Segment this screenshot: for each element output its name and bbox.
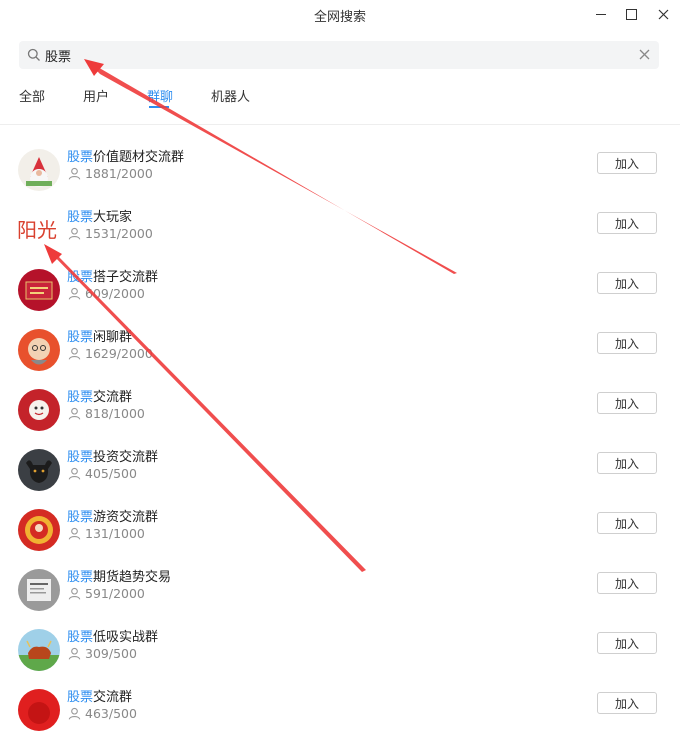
group-row: 股票期货趋势交易 591/2000 加入: [0, 566, 680, 626]
join-button[interactable]: 加入: [597, 392, 657, 414]
search-icon: [27, 48, 40, 61]
group-row: 股票交流群 818/1000 加入: [0, 386, 680, 446]
group-row: 股票投资交流群 405/500 加入: [0, 446, 680, 506]
member-count: 1531/2000: [68, 226, 153, 241]
group-avatar: [18, 149, 60, 191]
join-button[interactable]: 加入: [597, 572, 657, 594]
title-bar: 全网搜索: [0, 0, 680, 30]
close-icon: [658, 9, 668, 19]
join-button[interactable]: 加入: [597, 212, 657, 234]
group-name: 股票搭子交流群: [67, 270, 159, 285]
group-avatar: [18, 569, 60, 611]
person-icon: [68, 167, 81, 180]
member-count: 591/2000: [68, 586, 145, 601]
group-row: 股票价值题材交流群 1881/2000 加入: [0, 146, 680, 206]
window-title: 全网搜索: [313, 10, 366, 25]
group-row: 股票闲聊群 1629/2000 加入: [0, 326, 680, 386]
person-icon: [68, 587, 81, 600]
group-name: 股票游资交流群: [67, 510, 159, 525]
close-button[interactable]: [652, 4, 674, 24]
member-count: 609/2000: [68, 286, 145, 301]
group-name: 股票大玩家: [67, 210, 133, 225]
minimize-icon: [596, 13, 606, 15]
group-name: 股票低吸实战群: [67, 630, 159, 645]
tab-users[interactable]: 用户: [83, 86, 109, 105]
member-count: 309/500: [68, 646, 137, 661]
person-icon: [68, 227, 81, 240]
group-avatar: [18, 269, 60, 311]
group-row: 股票交流群 463/500 加入: [0, 686, 680, 746]
group-row: 阳光 股票大玩家 1531/2000 加入: [0, 206, 680, 266]
person-icon: [68, 527, 81, 540]
tab-bots[interactable]: 机器人: [211, 86, 250, 105]
group-avatar: 阳光: [17, 209, 60, 251]
group-name: 股票交流群: [67, 690, 133, 705]
join-button[interactable]: 加入: [597, 512, 657, 534]
group-name: 股票期货趋势交易: [67, 570, 172, 585]
person-icon: [68, 647, 81, 660]
join-button[interactable]: 加入: [597, 332, 657, 354]
member-count: 1881/2000: [68, 166, 153, 181]
person-icon: [68, 407, 81, 420]
member-count: 131/1000: [68, 526, 145, 541]
group-name: 股票投资交流群: [67, 450, 159, 465]
group-row: 股票游资交流群 131/1000 加入: [0, 506, 680, 566]
tab-all[interactable]: 全部: [19, 86, 45, 105]
maximize-button[interactable]: [620, 4, 642, 24]
group-avatar: [18, 689, 60, 731]
group-avatar: [18, 389, 60, 431]
group-row: 股票低吸实战群 309/500 加入: [0, 626, 680, 686]
active-tab-underline: [149, 106, 169, 108]
group-avatar: [18, 329, 60, 371]
person-icon: [68, 707, 81, 720]
person-icon: [68, 467, 81, 480]
join-button[interactable]: 加入: [597, 692, 657, 714]
group-avatar: [18, 629, 60, 671]
divider: [0, 124, 680, 125]
group-name: 股票交流群: [67, 390, 133, 405]
search-bar: [19, 41, 659, 69]
group-name: 股票价值题材交流群: [67, 150, 185, 165]
member-count: 1629/2000: [68, 346, 153, 361]
maximize-icon: [625, 8, 637, 20]
minimize-button[interactable]: [590, 4, 612, 24]
group-avatar: [18, 509, 60, 551]
member-count: 818/1000: [68, 406, 145, 421]
join-button[interactable]: 加入: [597, 152, 657, 174]
join-button[interactable]: 加入: [597, 452, 657, 474]
avatar-text: 阳光: [17, 218, 57, 242]
person-icon: [68, 347, 81, 360]
group-row: 股票搭子交流群 609/2000 加入: [0, 266, 680, 326]
member-count: 405/500: [68, 466, 137, 481]
join-button[interactable]: 加入: [597, 632, 657, 654]
clear-icon[interactable]: [638, 48, 651, 61]
group-name: 股票闲聊群: [67, 330, 133, 345]
search-input[interactable]: [45, 41, 625, 69]
join-button[interactable]: 加入: [597, 272, 657, 294]
tab-groups[interactable]: 群聊: [147, 86, 173, 105]
person-icon: [68, 287, 81, 300]
member-count: 463/500: [68, 706, 137, 721]
group-avatar: [18, 449, 60, 491]
